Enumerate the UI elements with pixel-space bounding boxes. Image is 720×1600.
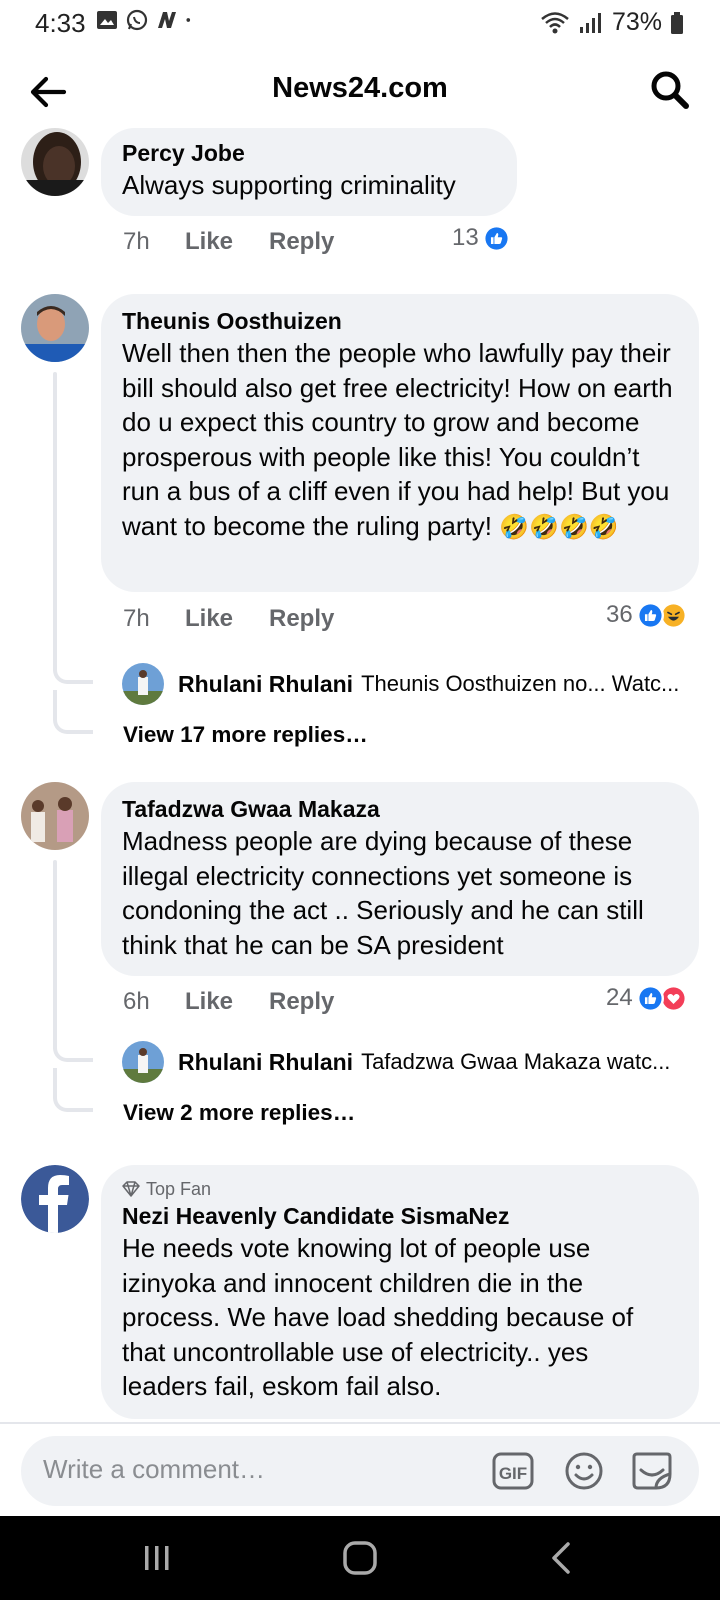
app-header: News24.com	[0, 54, 720, 130]
comment-time: 6h	[123, 988, 150, 1015]
search-icon[interactable]	[648, 68, 692, 112]
comment-bubble[interactable]: Top Fan Nezi Heavenly Candidate SismaNez…	[101, 1165, 699, 1419]
avatar[interactable]	[122, 663, 164, 705]
composer-divider	[0, 1422, 720, 1424]
comment-composer: GIF	[21, 1436, 699, 1506]
gallery-icon	[97, 11, 117, 29]
view-more-replies[interactable]: View 2 more replies…	[123, 1100, 355, 1126]
reply-text: Tafadzwa Gwaa Makaza watc...	[361, 1049, 671, 1074]
reply-text: Theunis Oosthuizen no... Watc...	[361, 671, 680, 696]
system-nav-bar	[0, 1516, 720, 1600]
comment-time: 7h	[123, 605, 150, 632]
like-icon	[482, 224, 510, 252]
status-bar: 4:33 73%	[0, 0, 720, 46]
comment-input[interactable]	[43, 1454, 483, 1485]
comment-text: Always supporting criminality	[122, 170, 456, 200]
comment-text: Well then then the people who lawfully p…	[122, 336, 679, 545]
like-button[interactable]: Like	[185, 605, 233, 633]
reply-author[interactable]: Rhulani Rhulani	[178, 1049, 353, 1076]
news-icon	[158, 12, 176, 28]
haha-icon	[659, 601, 687, 629]
facebook-logo-icon	[21, 1165, 89, 1233]
system-icons: 73%	[540, 8, 684, 37]
comment-author[interactable]: Percy Jobe	[122, 138, 497, 168]
page-title: News24.com	[272, 72, 448, 104]
laugh-emoji: 🤣🤣🤣🤣	[499, 513, 619, 541]
like-icon	[636, 601, 664, 629]
comment-actions: 6h Like Reply	[123, 988, 523, 1020]
avatar[interactable]	[21, 782, 89, 850]
wifi-icon	[541, 11, 569, 33]
battery-percent: 73%	[611, 8, 662, 36]
gif-label: GIF	[499, 1464, 527, 1483]
gif-icon[interactable]: GIF	[491, 1448, 537, 1494]
comment-bubble[interactable]: Tafadzwa Gwaa Makaza Madness people are …	[101, 782, 699, 976]
sticker-icon[interactable]	[629, 1448, 675, 1494]
reaction-count: 13	[452, 224, 479, 251]
avatar[interactable]	[21, 1165, 89, 1233]
like-button[interactable]: Like	[185, 988, 233, 1016]
status-time: 4:33	[35, 8, 86, 38]
thread-line	[53, 860, 57, 1050]
comment-text: Madness people are dying because of thes…	[122, 826, 644, 960]
like-button[interactable]: Like	[185, 228, 233, 256]
like-icon	[636, 984, 664, 1012]
reaction-summary[interactable]: 13	[452, 224, 510, 252]
reaction-count: 24	[606, 984, 633, 1011]
reaction-summary[interactable]: 36	[606, 601, 687, 629]
battery-icon	[671, 11, 683, 34]
signal-icon	[579, 12, 601, 33]
thread-connector	[53, 1040, 93, 1062]
badge-label: Top Fan	[146, 1179, 212, 1199]
view-more-replies[interactable]: View 17 more replies…	[123, 722, 368, 748]
reply-button[interactable]: Reply	[269, 228, 334, 256]
back-nav-icon[interactable]	[536, 1536, 586, 1580]
thread-connector	[53, 1068, 93, 1112]
comment-body: Well then then the people who lawfully p…	[122, 338, 673, 541]
thread-connector	[53, 662, 93, 684]
recents-icon[interactable]	[132, 1536, 182, 1580]
emoji-icon[interactable]	[561, 1448, 607, 1494]
comment-text: He needs vote knowing lot of people use …	[122, 1233, 634, 1401]
notification-icons	[96, 9, 196, 31]
comment-bubble[interactable]: Percy Jobe Always supporting criminality	[101, 128, 517, 216]
reply-preview[interactable]: Rhulani Rhulani Tafadzwa Gwaa Makaza wat…	[122, 1041, 692, 1083]
reply-preview[interactable]: Rhulani Rhulani Theunis Oosthuizen no...…	[122, 663, 692, 705]
home-icon[interactable]	[335, 1536, 385, 1580]
reaction-count: 36	[606, 601, 633, 628]
top-fan-badge: Top Fan	[122, 1177, 679, 1201]
reply-button[interactable]: Reply	[269, 988, 334, 1016]
thread-line	[53, 372, 57, 672]
reaction-summary[interactable]: 24	[606, 984, 687, 1012]
avatar[interactable]	[21, 294, 89, 362]
comment-time: 7h	[123, 228, 150, 255]
avatar[interactable]	[122, 1041, 164, 1083]
whatsapp-icon	[126, 9, 148, 31]
reply-button[interactable]: Reply	[269, 605, 334, 633]
diamond-icon	[122, 1181, 140, 1197]
avatar[interactable]	[21, 128, 89, 196]
comment-bubble[interactable]: Theunis Oosthuizen Well then then the pe…	[101, 294, 699, 592]
love-icon	[659, 984, 687, 1012]
comment-actions: 7h Like Reply	[123, 605, 523, 637]
comment-author[interactable]: Tafadzwa Gwaa Makaza	[122, 794, 679, 824]
dot-icon	[186, 18, 191, 22]
comment-author[interactable]: Theunis Oosthuizen	[122, 306, 679, 336]
thread-connector	[53, 690, 93, 734]
reply-author[interactable]: Rhulani Rhulani	[178, 671, 353, 698]
comment-author[interactable]: Nezi Heavenly Candidate SismaNez	[122, 1201, 679, 1231]
